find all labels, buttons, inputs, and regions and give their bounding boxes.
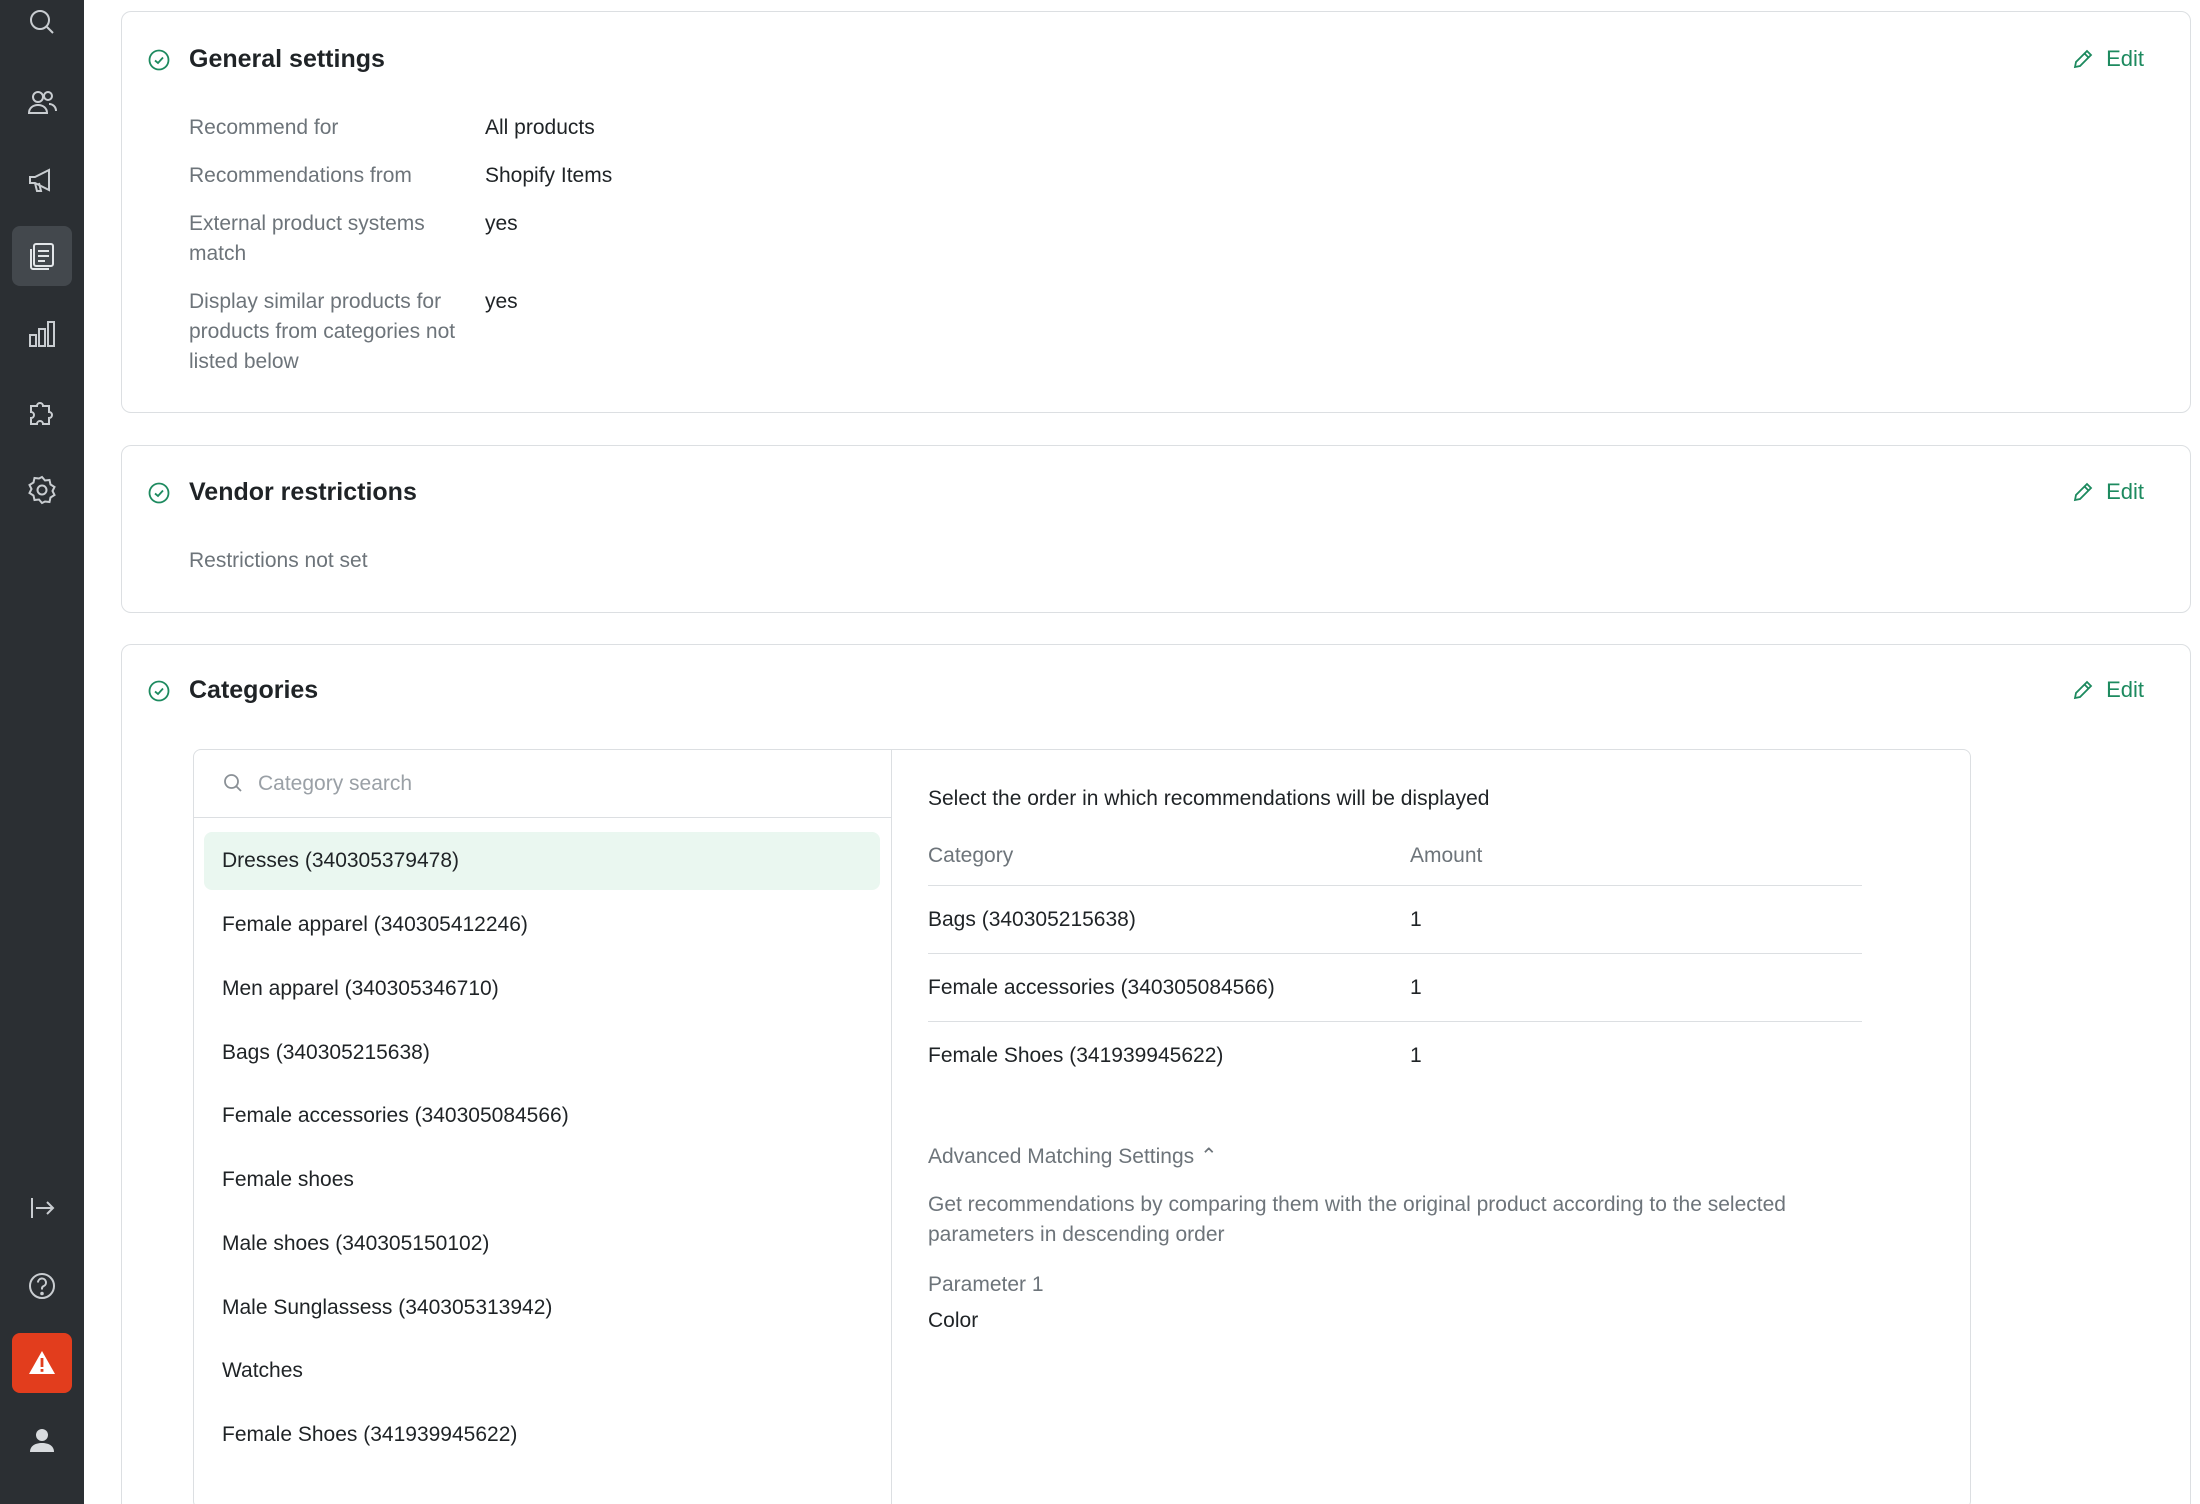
- collapse-sidebar-icon: [31, 1198, 55, 1218]
- category-item[interactable]: Female shoes: [204, 1151, 880, 1209]
- card-header: Categories Edit: [122, 670, 2190, 710]
- category-list-panel: Dresses (340305379478) Female apparel (3…: [194, 750, 892, 1504]
- category-item[interactable]: Male shoes (340305150102): [204, 1215, 880, 1273]
- order-title: Select the order in which recommendation…: [928, 787, 1490, 810]
- category-item[interactable]: Female Shoes (341939945622): [204, 1406, 880, 1464]
- profile-button[interactable]: [12, 1410, 72, 1470]
- edit-label: Edit: [2106, 46, 2144, 71]
- nav-search[interactable]: [12, 0, 72, 52]
- setting-row: Recommendations from Shopify Items: [189, 161, 889, 193]
- categories-panel: Dresses (340305379478) Female apparel (3…: [193, 749, 1971, 1504]
- edit-vendor-button[interactable]: Edit: [2072, 474, 2144, 510]
- category-item[interactable]: Men apparel (340305346710): [204, 960, 880, 1018]
- category-search: [194, 750, 891, 818]
- advanced-matching-toggle[interactable]: Advanced Matching Settings ⌃: [928, 1142, 1218, 1172]
- pencil-icon: [2073, 680, 2093, 700]
- setting-row: Display similar products for products fr…: [189, 287, 889, 379]
- recommendation-order-panel: Select the order in which recommendation…: [892, 750, 1970, 1504]
- search-icon: [224, 774, 242, 792]
- category-item[interactable]: Watches: [204, 1342, 880, 1400]
- card-title: Categories: [189, 676, 319, 704]
- card-header: General settings Edit: [122, 39, 2190, 79]
- setting-key: Display similar products for products fr…: [189, 290, 456, 373]
- category-item[interactable]: Male Sunglassess (340305313942): [204, 1279, 880, 1337]
- edit-label: Edit: [2106, 479, 2144, 504]
- categories-card: Categories Edit Dresses (340305379478) F…: [121, 644, 2191, 1504]
- table-row[interactable]: Bags (340305215638) 1: [928, 886, 1862, 954]
- setting-value: yes: [485, 212, 518, 235]
- check-circle-icon: [148, 680, 170, 702]
- analytics-icon: [29, 321, 55, 347]
- row-amount: 1: [1410, 1044, 1422, 1067]
- edit-general-button[interactable]: Edit: [2072, 41, 2144, 77]
- collapse-sidebar-button[interactable]: [12, 1178, 72, 1238]
- general-settings-card: General settings Edit Recommend for All …: [121, 11, 2191, 413]
- integrations-icon: [30, 402, 53, 425]
- alert-button[interactable]: [12, 1333, 72, 1393]
- vendor-restrictions-card: Vendor restrictions Edit Restrictions no…: [121, 445, 2191, 613]
- category-item[interactable]: Bags (340305215638): [204, 1024, 880, 1082]
- setting-key: Recommend for: [189, 116, 339, 139]
- search-icon: [30, 10, 54, 34]
- restrictions-status: Restrictions not set: [189, 549, 368, 572]
- help-button[interactable]: [12, 1256, 72, 1316]
- alert-icon: [29, 1351, 55, 1374]
- edit-label: Edit: [2106, 677, 2144, 702]
- nav-campaigns[interactable]: [12, 150, 72, 210]
- setting-row: Recommend for All products: [189, 113, 889, 145]
- users-icon: [27, 91, 57, 114]
- recommendations-icon: [30, 243, 54, 270]
- setting-key: External product systems match: [189, 212, 425, 265]
- row-amount: 1: [1410, 908, 1422, 931]
- parameter-label: Parameter 1: [928, 1273, 1044, 1296]
- card-title: General settings: [189, 45, 385, 73]
- table-row[interactable]: Female accessories (340305084566) 1: [928, 954, 1862, 1022]
- check-circle-icon: [148, 49, 170, 71]
- pencil-icon: [2073, 482, 2093, 502]
- row-amount: 1: [1410, 976, 1422, 999]
- category-item[interactable]: Female accessories (340305084566): [204, 1087, 880, 1145]
- megaphone-icon: [29, 168, 50, 192]
- parameter-value: Color: [928, 1309, 979, 1332]
- nav-users[interactable]: [12, 72, 72, 132]
- nav-analytics[interactable]: [12, 304, 72, 364]
- help-icon: [29, 1273, 55, 1299]
- advanced-matching-description: Get recommendations by comparing them wi…: [928, 1193, 1786, 1246]
- row-category: Female accessories (340305084566): [928, 976, 1275, 999]
- pencil-icon: [2073, 49, 2093, 69]
- column-header-amount: Amount: [1410, 844, 1483, 867]
- category-item[interactable]: Female apparel (340305412246): [204, 896, 880, 954]
- setting-value: Shopify Items: [485, 164, 613, 187]
- setting-value: yes: [485, 290, 518, 313]
- category-search-input[interactable]: [258, 762, 858, 806]
- sidebar: [0, 0, 84, 1504]
- row-category: Female Shoes (341939945622): [928, 1044, 1224, 1067]
- settings-icon: [28, 475, 56, 505]
- profile-icon: [30, 1429, 54, 1452]
- setting-row: External product systems match yes: [189, 209, 889, 271]
- edit-categories-button[interactable]: Edit: [2072, 672, 2144, 708]
- nav-settings[interactable]: [12, 460, 72, 520]
- setting-value: All products: [485, 116, 595, 139]
- column-header-category: Category: [928, 844, 1014, 867]
- table-row[interactable]: Female Shoes (341939945622) 1: [928, 1022, 1862, 1090]
- row-category: Bags (340305215638): [928, 908, 1136, 931]
- order-table-header: Category Amount: [928, 834, 1862, 886]
- setting-key: Recommendations from: [189, 164, 412, 187]
- nav-integrations[interactable]: [12, 382, 72, 442]
- check-circle-icon: [148, 482, 170, 504]
- main-content: General settings Edit Recommend for All …: [84, 0, 2200, 1504]
- card-header: Vendor restrictions Edit: [122, 472, 2190, 512]
- nav-recommendations[interactable]: [12, 226, 72, 286]
- card-title: Vendor restrictions: [189, 478, 417, 506]
- category-item[interactable]: Dresses (340305379478): [204, 832, 880, 890]
